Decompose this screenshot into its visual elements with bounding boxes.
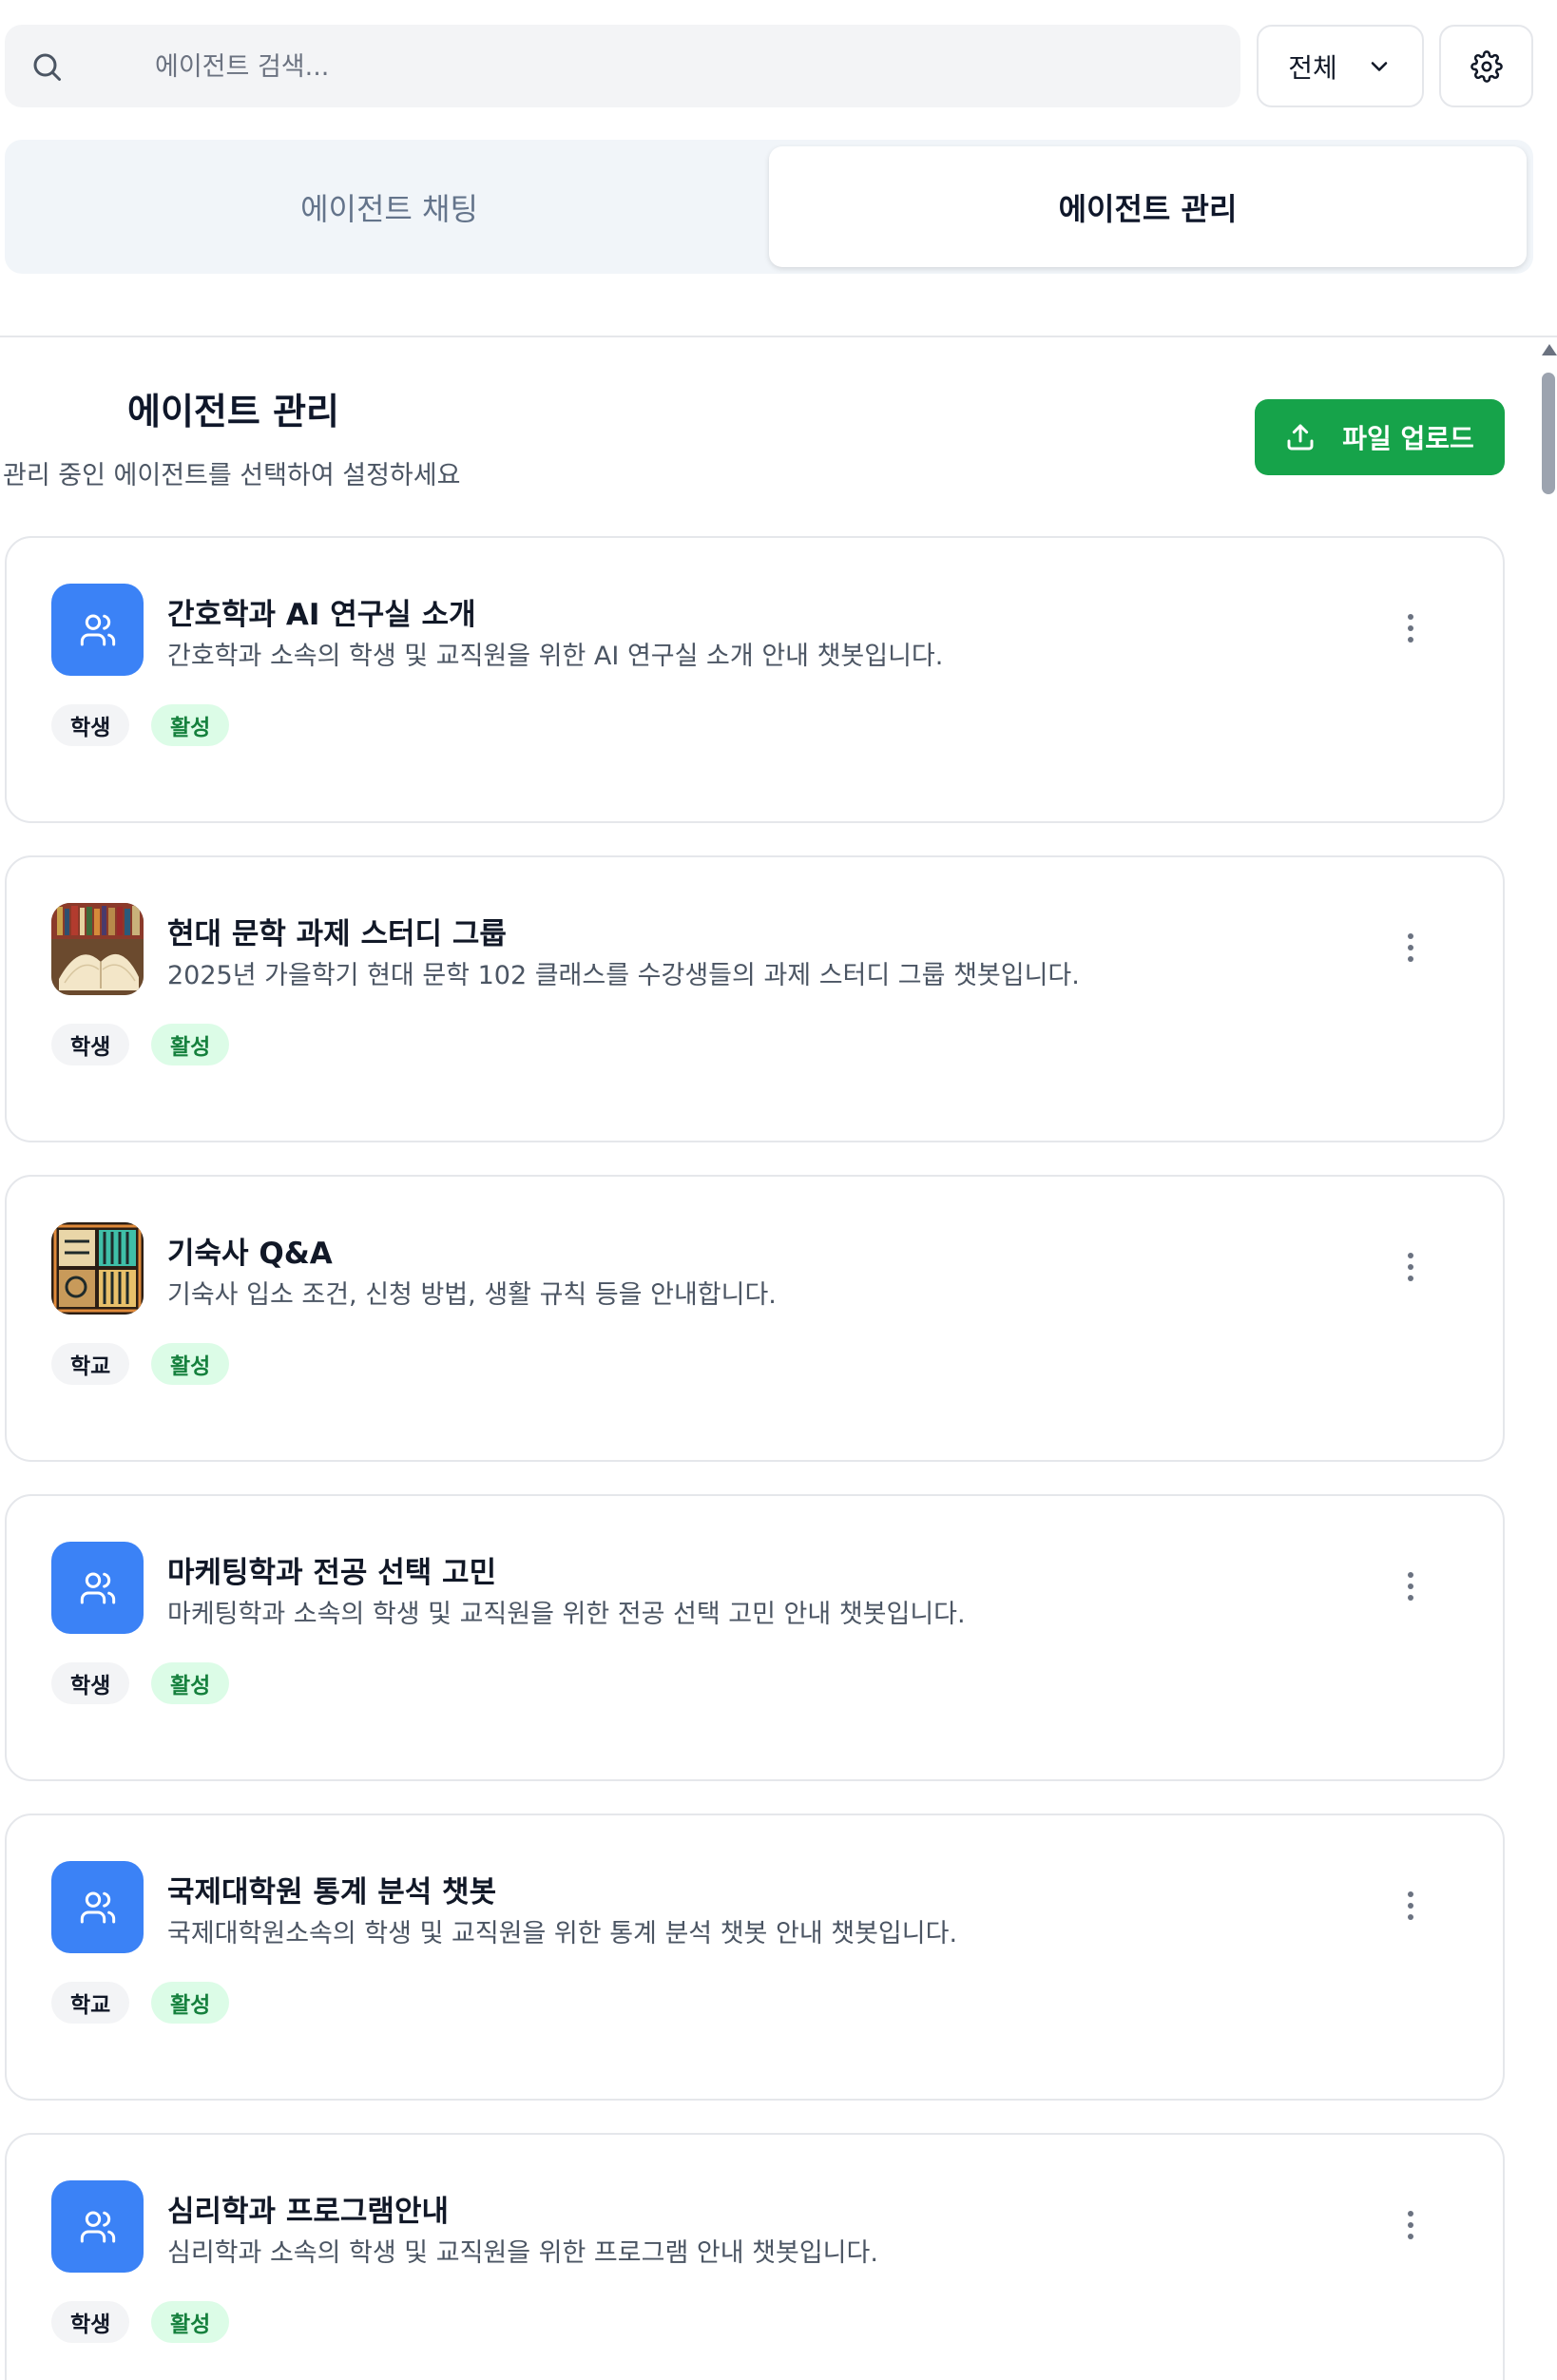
status-badge: 활성 — [151, 1343, 230, 1385]
gear-icon — [1470, 49, 1503, 83]
role-badge: 학교 — [51, 1982, 130, 2024]
users-icon — [51, 1861, 144, 1953]
agent-card[interactable]: 기숙사 Q&A 기숙사 입소 조건, 신청 방법, 생활 규칙 등을 안내합니다… — [5, 1175, 1505, 1462]
role-badge: 학생 — [51, 1024, 130, 1065]
more-options-icon[interactable] — [1396, 1563, 1425, 1610]
users-icon — [51, 1542, 144, 1634]
agent-title: 간호학과 AI 연구실 소개 — [167, 598, 476, 632]
agent-title: 현대 문학 과제 스터디 그룹 — [167, 917, 507, 951]
status-badge: 활성 — [151, 1662, 230, 1704]
scroll-up-arrow-icon[interactable] — [1542, 344, 1557, 355]
role-badge: 학생 — [51, 2301, 130, 2343]
file-upload-label: 파일 업로드 — [1342, 423, 1474, 454]
more-options-icon[interactable] — [1396, 1243, 1425, 1291]
book-image — [51, 903, 144, 995]
role-badge: 학생 — [51, 704, 130, 746]
agent-description: 2025년 가을학기 현대 문학 102 클래스를 수강생들의 과제 스터디 그… — [167, 961, 1080, 990]
tab-agent-management[interactable]: 에이전트 관리 — [769, 146, 1527, 267]
agent-card[interactable]: 국제대학원 통계 분석 챗봇 국제대학원소속의 학생 및 교직원을 위한 통계 … — [5, 1814, 1505, 2101]
upload-icon — [1287, 424, 1314, 451]
chevron-down-icon — [1371, 61, 1388, 71]
agent-card[interactable]: 마케팅학과 전공 선택 고민 마케팅학과 소속의 학생 및 교직원을 위한 전공… — [5, 1494, 1505, 1781]
filter-dropdown[interactable]: 전체 — [1257, 25, 1424, 107]
agent-title: 기숙사 Q&A — [167, 1237, 333, 1271]
settings-button[interactable] — [1439, 25, 1533, 107]
role-badge: 학교 — [51, 1343, 130, 1385]
more-options-icon[interactable] — [1396, 924, 1425, 971]
tab-bar: 에이전트 채팅 에이전트 관리 — [5, 140, 1533, 274]
agent-title: 마케팅학과 전공 선택 고민 — [167, 1556, 497, 1590]
agent-card[interactable]: 현대 문학 과제 스터디 그룹 2025년 가을학기 현대 문학 102 클래스… — [5, 855, 1505, 1142]
tab-agent-chat[interactable]: 에이전트 채팅 — [11, 146, 767, 267]
users-icon — [51, 2180, 144, 2273]
search-input[interactable] — [155, 42, 1201, 91]
scrollbar[interactable] — [1540, 338, 1557, 2350]
divider — [0, 336, 1557, 337]
agent-description: 기숙사 입소 조건, 신청 방법, 생활 규칙 등을 안내합니다. — [167, 1280, 777, 1310]
page-title: 에이전트 관리 — [127, 391, 339, 432]
agent-card[interactable]: 간호학과 AI 연구실 소개 간호학과 소속의 학생 및 교직원을 위한 AI … — [5, 536, 1505, 823]
status-badge: 활성 — [151, 1024, 230, 1065]
more-options-icon[interactable] — [1396, 2201, 1425, 2249]
agent-card[interactable]: 심리학과 프로그램안내 심리학과 소속의 학생 및 교직원을 위한 프로그램 안… — [5, 2133, 1505, 2380]
users-icon — [51, 584, 144, 676]
more-options-icon[interactable] — [1396, 1882, 1425, 1929]
scrollbar-thumb[interactable] — [1542, 373, 1555, 494]
status-badge: 활성 — [151, 1982, 230, 2024]
agent-description: 간호학과 소속의 학생 및 교직원을 위한 AI 연구실 소개 안내 챗봇입니다… — [167, 642, 944, 671]
search-icon — [29, 49, 64, 84]
file-upload-button[interactable]: 파일 업로드 — [1255, 399, 1505, 475]
search-bar[interactable] — [5, 25, 1240, 107]
bookshelf-image — [51, 1222, 144, 1315]
top-bar: 전체 — [0, 0, 1557, 133]
agent-title: 심리학과 프로그램안내 — [167, 2195, 449, 2229]
agent-description: 마케팅학과 소속의 학생 및 교직원을 위한 전공 선택 고민 안내 챗봇입니다… — [167, 1600, 966, 1629]
more-options-icon[interactable] — [1396, 605, 1425, 652]
status-badge: 활성 — [151, 2301, 230, 2343]
agent-title: 국제대학원 통계 분석 챗봇 — [167, 1875, 497, 1910]
page-subtitle: 관리 중인 에이전트를 선택하여 설정하세요 — [3, 461, 461, 490]
role-badge: 학생 — [51, 1662, 130, 1704]
filter-selected-label: 전체 — [1288, 51, 1337, 84]
agent-description: 국제대학원소속의 학생 및 교직원을 위한 통계 분석 챗봇 안내 챗봇입니다. — [167, 1919, 958, 1948]
agent-description: 심리학과 소속의 학생 및 교직원을 위한 프로그램 안내 챗봇입니다. — [167, 2238, 878, 2268]
status-badge: 활성 — [151, 704, 230, 746]
